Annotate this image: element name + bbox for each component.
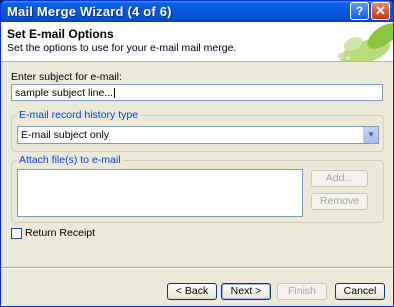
text-caret <box>114 88 116 99</box>
next-button[interactable]: Next > <box>221 283 271 300</box>
page-title: Set E-mail Options <box>7 27 114 41</box>
mail-merge-wizard-window: Mail Merge Wizard (4 of 6) ? ✕ Set E-mai… <box>0 0 394 307</box>
chevron-down-icon[interactable]: ▼ <box>363 127 378 143</box>
attachments-list[interactable] <box>17 169 303 217</box>
finish-button[interactable]: Finish <box>277 283 327 300</box>
attach-group-label: Attach file(s) to e-mail <box>17 154 123 166</box>
page-subtitle: Set the options to use for your e-mail m… <box>7 42 237 54</box>
back-button[interactable]: < Back <box>167 283 217 300</box>
history-type-select[interactable]: E-mail subject only ▼ <box>17 126 379 144</box>
help-button[interactable]: ? <box>350 2 369 20</box>
return-receipt-label: Return Receipt <box>25 227 96 239</box>
footer-separator <box>1 267 393 269</box>
window-title: Mail Merge Wizard (4 of 6) <box>7 4 172 19</box>
remove-attachment-button[interactable]: Remove <box>311 193 368 210</box>
wizard-header: Set E-mail Options Set the options to us… <box>1 22 393 62</box>
add-attachment-button[interactable]: Add... <box>311 170 368 187</box>
cancel-button[interactable]: Cancel <box>335 283 385 300</box>
title-bar[interactable]: Mail Merge Wizard (4 of 6) ? ✕ <box>1 1 393 22</box>
leaf-decoration-icon <box>338 23 393 61</box>
subject-value: sample subject line... <box>15 87 114 99</box>
subject-input[interactable]: sample subject line... <box>11 84 383 101</box>
close-button[interactable]: ✕ <box>371 2 390 20</box>
return-receipt-checkbox[interactable] <box>11 228 22 239</box>
subject-label: Enter subject for e-mail: <box>11 71 122 83</box>
history-type-value: E-mail subject only <box>21 129 110 141</box>
history-group-label: E-mail record history type <box>17 109 141 121</box>
